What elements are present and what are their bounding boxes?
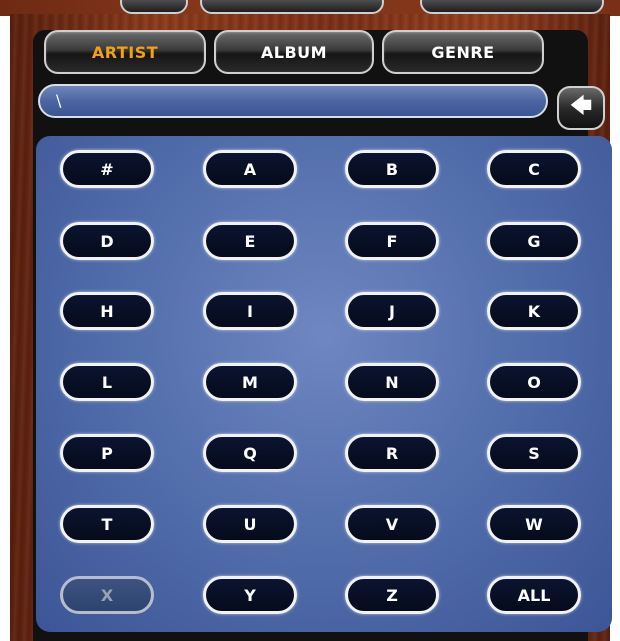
key-j[interactable]: J xyxy=(345,292,439,330)
tab-album[interactable]: ALBUM xyxy=(214,30,374,74)
key-l[interactable]: L xyxy=(60,363,154,401)
key-hash[interactable]: # xyxy=(60,150,154,188)
key-w[interactable]: W xyxy=(487,505,581,543)
key-c[interactable]: C xyxy=(487,150,581,188)
key-m[interactable]: M xyxy=(203,363,297,401)
search-input[interactable]: \ xyxy=(38,84,548,118)
key-y[interactable]: Y xyxy=(203,576,297,614)
key-o[interactable]: O xyxy=(487,363,581,401)
key-u[interactable]: U xyxy=(203,505,297,543)
letter-keypad: # A B C D E F G H I J K L M N O P Q R S T U V W X Y Z ALL xyxy=(36,136,612,632)
key-r[interactable]: R xyxy=(345,434,439,472)
tab-genre[interactable]: GENRE xyxy=(382,30,544,74)
toolbar-button-partial[interactable] xyxy=(420,0,604,14)
tab-artist[interactable]: ARTIST xyxy=(44,30,206,74)
key-p[interactable]: P xyxy=(60,434,154,472)
key-g[interactable]: G xyxy=(487,222,581,260)
key-h[interactable]: H xyxy=(60,292,154,330)
key-q[interactable]: Q xyxy=(203,434,297,472)
key-t[interactable]: T xyxy=(60,505,154,543)
key-v[interactable]: V xyxy=(345,505,439,543)
key-x[interactable]: X xyxy=(60,576,154,614)
key-d[interactable]: D xyxy=(60,222,154,260)
left-arrow-icon: 🡄 xyxy=(569,94,593,119)
key-a[interactable]: A xyxy=(203,150,297,188)
toolbar-button-partial[interactable] xyxy=(120,0,188,14)
key-k[interactable]: K xyxy=(487,292,581,330)
key-all[interactable]: ALL xyxy=(487,576,581,614)
key-z[interactable]: Z xyxy=(345,576,439,614)
key-i[interactable]: I xyxy=(203,292,297,330)
key-n[interactable]: N xyxy=(345,363,439,401)
key-b[interactable]: B xyxy=(345,150,439,188)
key-s[interactable]: S xyxy=(487,434,581,472)
key-f[interactable]: F xyxy=(345,222,439,260)
backspace-button[interactable]: 🡄 xyxy=(557,86,605,130)
toolbar-button-partial[interactable] xyxy=(200,0,384,14)
key-e[interactable]: E xyxy=(203,222,297,260)
